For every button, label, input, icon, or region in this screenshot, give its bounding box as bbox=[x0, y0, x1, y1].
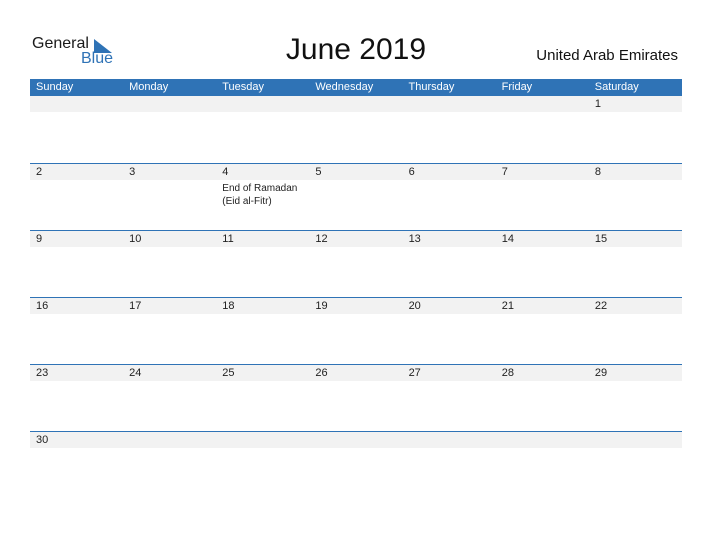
day-number: 29 bbox=[594, 367, 608, 379]
day-cell bbox=[216, 432, 309, 492]
day-number: 19 bbox=[315, 300, 328, 312]
day-cell: 6 bbox=[403, 164, 496, 224]
day-cell: 2 bbox=[30, 164, 123, 224]
weekday-thursday: Thursday bbox=[408, 81, 455, 93]
day-number: 5 bbox=[315, 166, 322, 178]
country-name: United Arab Emirates bbox=[536, 47, 678, 64]
day-cell: 21 bbox=[496, 298, 589, 358]
day-number: 20 bbox=[408, 300, 421, 312]
day-number: 4 bbox=[222, 166, 229, 178]
day-cell: 7 bbox=[496, 164, 589, 224]
weekday-tuesday: Tuesday bbox=[222, 81, 265, 93]
day-number: 25 bbox=[222, 367, 235, 379]
day-number: 18 bbox=[222, 300, 235, 312]
day-cell: 12 bbox=[309, 231, 402, 291]
day-cell: 29 bbox=[589, 365, 682, 425]
day-cell: 28 bbox=[496, 365, 589, 425]
day-cell: 30 bbox=[30, 432, 123, 492]
day-cell: 27 bbox=[403, 365, 496, 425]
day-number: 26 bbox=[315, 367, 328, 379]
day-cell: 15 bbox=[589, 231, 682, 291]
day-cell: 16 bbox=[30, 298, 123, 358]
day-cell: 5 bbox=[309, 164, 402, 224]
day-cell: 11 bbox=[216, 231, 309, 291]
day-number: 2 bbox=[36, 166, 43, 178]
weekday-monday: Monday bbox=[129, 81, 169, 93]
weekday-sunday: Sunday bbox=[36, 81, 74, 93]
day-number: 13 bbox=[408, 233, 421, 245]
day-number: 1 bbox=[594, 98, 601, 110]
day-number: 16 bbox=[36, 300, 49, 312]
day-number: 8 bbox=[594, 166, 601, 178]
day-number: 24 bbox=[129, 367, 142, 379]
day-cell: 20 bbox=[403, 298, 496, 358]
day-number: 9 bbox=[36, 233, 43, 245]
weekday-friday: Friday bbox=[501, 81, 533, 93]
day-cell bbox=[403, 96, 496, 156]
weekday-header: Sunday Monday Tuesday Wednesday Thursday… bbox=[30, 79, 682, 96]
day-cell: 26 bbox=[309, 365, 402, 425]
weekday-wednesday: Wednesday bbox=[315, 81, 374, 93]
day-number: 7 bbox=[501, 166, 508, 178]
day-cell: 25 bbox=[216, 365, 309, 425]
day-number: 21 bbox=[501, 300, 514, 312]
day-cell: 13 bbox=[403, 231, 496, 291]
day-cell: 18 bbox=[216, 298, 309, 358]
holiday-event: End of Ramadan (Eid al-Fitr) bbox=[222, 183, 298, 207]
day-cell bbox=[589, 432, 682, 492]
day-number: 28 bbox=[501, 367, 514, 379]
day-number: 14 bbox=[501, 233, 514, 245]
day-cell: 14 bbox=[496, 231, 589, 291]
day-number: 15 bbox=[594, 233, 608, 245]
day-cell: 19 bbox=[309, 298, 402, 358]
day-number: 10 bbox=[129, 233, 142, 245]
day-cell: 23 bbox=[30, 365, 123, 425]
day-cell: 24 bbox=[123, 365, 216, 425]
day-cell bbox=[496, 432, 589, 492]
day-cell: 17 bbox=[123, 298, 216, 358]
weekday-saturday: Saturday bbox=[594, 81, 639, 93]
day-number: 17 bbox=[129, 300, 142, 312]
day-cell bbox=[30, 96, 123, 156]
day-cell bbox=[123, 432, 216, 492]
day-cell: 8 bbox=[589, 164, 682, 224]
day-cell: 22 bbox=[589, 298, 682, 358]
day-cell bbox=[216, 96, 309, 156]
day-cell: 10 bbox=[123, 231, 216, 291]
day-cell bbox=[123, 96, 216, 156]
day-cell: 4 End of Ramadan (Eid al-Fitr) bbox=[216, 164, 309, 224]
day-cell bbox=[403, 432, 496, 492]
day-cell bbox=[309, 96, 402, 156]
day-cell bbox=[309, 432, 402, 492]
day-number: 12 bbox=[315, 233, 328, 245]
day-number: 30 bbox=[36, 434, 49, 446]
day-cell: 3 bbox=[123, 164, 216, 224]
day-number: 22 bbox=[594, 300, 608, 312]
day-cell: 9 bbox=[30, 231, 123, 291]
day-number: 3 bbox=[129, 166, 136, 178]
day-cell: 1 bbox=[589, 96, 682, 156]
day-number: 6 bbox=[408, 166, 415, 178]
day-cell bbox=[496, 96, 589, 156]
day-number: 27 bbox=[408, 367, 421, 379]
day-number: 11 bbox=[222, 233, 234, 245]
day-number: 23 bbox=[36, 367, 49, 379]
